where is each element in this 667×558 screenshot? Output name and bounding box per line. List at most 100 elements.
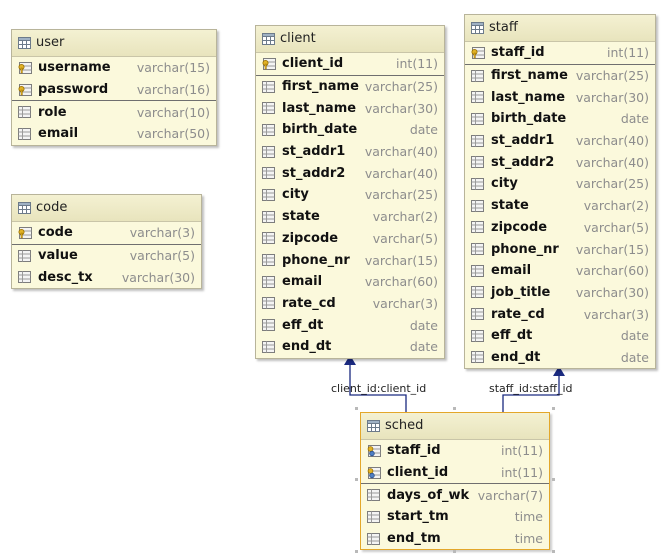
selection-handle[interactable]: [453, 550, 456, 553]
column-icon: [471, 177, 485, 190]
column-icon: [262, 145, 276, 158]
column-name: start_tm: [387, 509, 449, 525]
column-name: st_addr2: [282, 165, 346, 181]
staff-column-city[interactable]: city varchar(25): [465, 173, 655, 195]
staff-column-job-title[interactable]: job_title varchar(30): [465, 282, 655, 304]
column-name: email: [282, 274, 323, 290]
column-icon: [262, 297, 276, 310]
column-type: varchar(50): [136, 126, 210, 142]
client-column-st-addr2[interactable]: st_addr2 varchar(40): [256, 162, 444, 184]
sched-column-start-tm[interactable]: start_tm time: [361, 506, 549, 528]
selection-handle[interactable]: [453, 407, 456, 410]
table-icon: [18, 37, 31, 49]
selection-handle[interactable]: [552, 550, 555, 553]
code-table-header[interactable]: code: [12, 195, 201, 222]
code-table-title: code: [36, 200, 68, 215]
client-column-state[interactable]: state varchar(2): [256, 206, 444, 228]
client-column-rate-cd[interactable]: rate_cd varchar(3): [256, 293, 444, 315]
selection-handle[interactable]: [552, 478, 555, 481]
column-name: rate_cd: [282, 295, 336, 311]
column-type: varchar(15): [136, 60, 210, 76]
column-icon: [471, 156, 485, 169]
code-table[interactable]: code code varchar(3) value varchar(5) desc_tx…: [11, 194, 202, 290]
column-type: varchar(25): [575, 68, 649, 84]
client-column-st-addr1[interactable]: st_addr1 varchar(40): [256, 141, 444, 163]
column-icon: [471, 221, 485, 234]
client-column-email[interactable]: email varchar(60): [256, 271, 444, 293]
column-type: int(11): [501, 465, 543, 481]
column-type: date: [620, 349, 649, 365]
staff-table[interactable]: staff staff_id int(11) first_name varchar(25…: [464, 14, 656, 370]
foreign-key-icon: [367, 444, 381, 457]
staff-column-first-name[interactable]: first_name varchar(25): [465, 65, 655, 87]
client-column-client-id[interactable]: client_id int(11): [256, 53, 444, 75]
staff-column-phone-nr[interactable]: phone_nr varchar(15): [465, 238, 655, 260]
staff-column-st-addr2[interactable]: st_addr2 varchar(40): [465, 151, 655, 173]
client-column-city[interactable]: city varchar(25): [256, 184, 444, 206]
user-column-username[interactable]: username varchar(15): [12, 57, 216, 79]
code-column-desc-tx[interactable]: desc_tx varchar(30): [12, 266, 201, 288]
staff-column-birth-date[interactable]: birth_date date: [465, 108, 655, 130]
client-table-header[interactable]: client: [256, 26, 444, 53]
client-column-birth-date[interactable]: birth_date date: [256, 119, 444, 141]
sched-column-client-id[interactable]: client_id int(11): [361, 462, 549, 484]
column-type: varchar(16): [136, 82, 210, 98]
column-name: zipcode: [282, 230, 339, 246]
column-type: varchar(25): [364, 187, 438, 203]
column-icon: [367, 489, 381, 502]
column-name: email: [38, 126, 79, 142]
column-icon: [471, 134, 485, 147]
client-table[interactable]: client client_id int(11) first_name varchar(…: [255, 25, 445, 359]
selection-handle[interactable]: [355, 478, 358, 481]
column-icon: [262, 254, 276, 267]
column-type: varchar(5): [372, 230, 438, 246]
staff-column-eff-dt[interactable]: eff_dt date: [465, 325, 655, 347]
code-column-code[interactable]: code varchar(3): [12, 222, 201, 244]
column-type: varchar(3): [129, 225, 195, 241]
column-name: st_addr1: [282, 144, 346, 160]
sched-column-end-tm[interactable]: end_tm time: [361, 528, 549, 550]
column-icon: [367, 510, 381, 523]
staff-column-st-addr1[interactable]: st_addr1 varchar(40): [465, 130, 655, 152]
code-primary-key-section: code varchar(3): [12, 222, 201, 245]
client-table-title: client: [280, 31, 316, 46]
column-type: varchar(3): [372, 295, 438, 311]
column-icon: [18, 271, 32, 284]
user-table-header[interactable]: user: [12, 30, 216, 57]
column-type: date: [620, 328, 649, 344]
staff-column-state[interactable]: state varchar(2): [465, 195, 655, 217]
staff-column-staff-id[interactable]: staff_id int(11): [465, 42, 655, 64]
user-table[interactable]: user username varchar(15) password varchar(1…: [11, 29, 217, 146]
staff-column-end-dt[interactable]: end_dt date: [465, 347, 655, 369]
sched-table[interactable]: sched staff_id int(11) client_id int(11) days…: [360, 412, 550, 551]
staff-column-email[interactable]: email varchar(60): [465, 260, 655, 282]
client-column-first-name[interactable]: first_name varchar(25): [256, 76, 444, 98]
staff-table-header[interactable]: staff: [465, 15, 655, 42]
sched-column-days-of-wk[interactable]: days_of_wk varchar(7): [361, 484, 549, 506]
client-column-end-dt[interactable]: end_dt date: [256, 336, 444, 358]
selection-handle[interactable]: [355, 407, 358, 410]
column-type: varchar(40): [364, 165, 438, 181]
code-columns-section: value varchar(5) desc_tx varchar(30): [12, 245, 201, 288]
column-name: email: [491, 263, 532, 279]
selection-handle[interactable]: [355, 550, 358, 553]
client-column-eff-dt[interactable]: eff_dt date: [256, 314, 444, 336]
sched-column-staff-id[interactable]: staff_id int(11): [361, 440, 549, 462]
staff-column-last-name[interactable]: last_name varchar(30): [465, 86, 655, 108]
client-column-phone-nr[interactable]: phone_nr varchar(15): [256, 249, 444, 271]
column-name: state: [491, 198, 529, 214]
client-column-last-name[interactable]: last_name varchar(30): [256, 97, 444, 119]
user-column-role[interactable]: role varchar(10): [12, 101, 216, 123]
selection-handle[interactable]: [552, 407, 555, 410]
code-column-value[interactable]: value varchar(5): [12, 245, 201, 267]
staff-column-rate-cd[interactable]: rate_cd varchar(3): [465, 303, 655, 325]
user-column-email[interactable]: email varchar(50): [12, 123, 216, 145]
column-icon: [18, 127, 32, 140]
column-icon: [471, 112, 485, 125]
staff-column-zipcode[interactable]: zipcode varchar(5): [465, 217, 655, 239]
staff-primary-key-section: staff_id int(11): [465, 42, 655, 65]
table-icon: [18, 202, 31, 214]
client-column-zipcode[interactable]: zipcode varchar(5): [256, 228, 444, 250]
user-column-password[interactable]: password varchar(16): [12, 79, 216, 101]
sched-table-header[interactable]: sched: [361, 413, 549, 440]
